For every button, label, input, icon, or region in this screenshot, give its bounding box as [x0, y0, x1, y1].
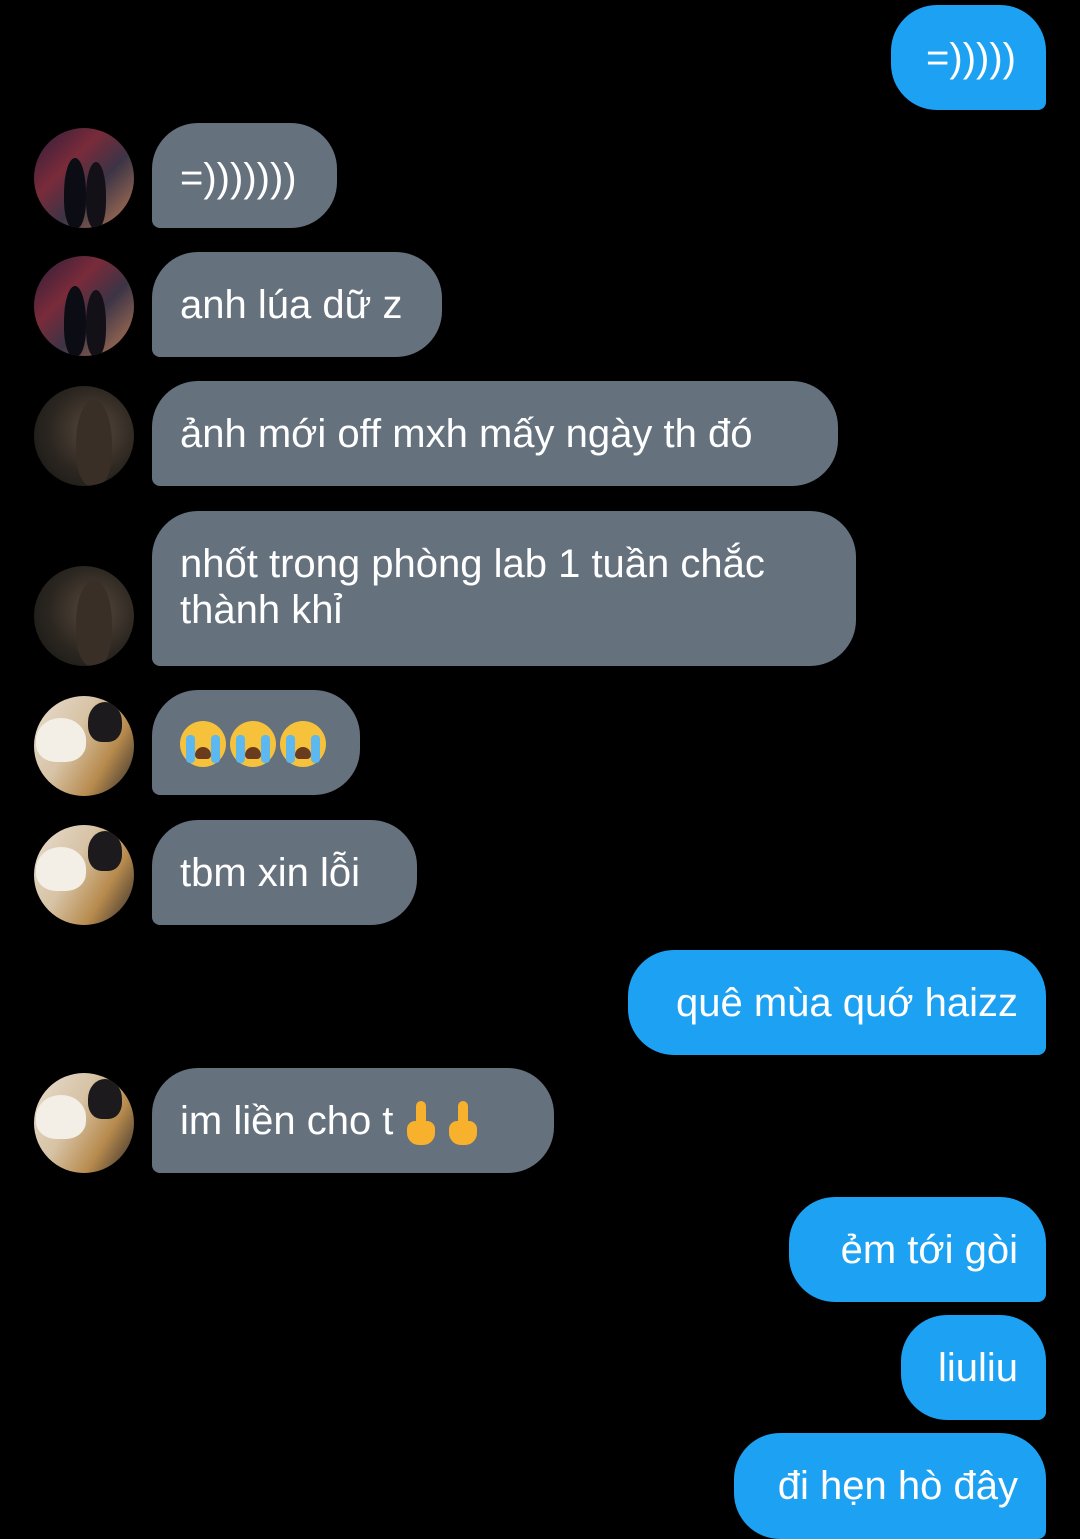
message-text: ẻm tới gòi — [840, 1228, 1018, 1272]
message-text: tbm xin lỗi — [180, 851, 361, 895]
message-bubble-sent[interactable]: liuliu — [901, 1315, 1046, 1420]
avatar-dark-photo[interactable] — [34, 566, 134, 666]
message-bubble-received[interactable]: =))))))) — [152, 123, 337, 228]
message-text: =))))) — [926, 36, 1016, 80]
message-bubble-received[interactable]: nhốt trong phòng lab 1 tuần chắc thành k… — [152, 511, 856, 666]
message-text: ảnh mới off mxh mấy ngày th đó — [180, 412, 753, 456]
message-text: anh lúa dữ z — [180, 283, 403, 327]
message-bubble-sent[interactable]: quê mùa quớ haizz — [628, 950, 1046, 1055]
loudly-crying-face-emoji — [180, 721, 226, 768]
message-text: =))))))) — [180, 156, 297, 200]
message-bubble-sent[interactable]: =))))) — [891, 5, 1046, 110]
loudly-crying-face-emoji — [230, 721, 276, 768]
message-text-line: thành khỉ — [180, 588, 343, 632]
message-bubble-received[interactable]: tbm xin lỗi — [152, 820, 417, 925]
message-bubble-received[interactable]: im liền cho t — [152, 1068, 554, 1173]
avatar-concert-photo[interactable] — [34, 128, 134, 228]
middle-finger-emoji — [405, 1101, 436, 1146]
message-bubble-received[interactable]: ảnh mới off mxh mấy ngày th đó — [152, 381, 838, 486]
middle-finger-emoji — [447, 1101, 478, 1146]
avatar-dog-photo[interactable] — [34, 1073, 134, 1173]
message-bubble-sent[interactable]: đi hẹn hò đây — [734, 1433, 1046, 1539]
avatar-dog-photo[interactable] — [34, 696, 134, 796]
message-bubble-received[interactable]: anh lúa dữ z — [152, 252, 442, 357]
avatar-dark-photo[interactable] — [34, 386, 134, 486]
message-text: im liền cho t — [180, 1099, 394, 1143]
message-bubble-received[interactable] — [152, 690, 360, 795]
message-bubble-sent[interactable]: ẻm tới gòi — [789, 1197, 1046, 1302]
message-text: liuliu — [937, 1346, 1018, 1390]
loudly-crying-face-emoji — [280, 721, 326, 768]
avatar-concert-photo[interactable] — [34, 256, 134, 356]
message-text: đi hẹn hò đây — [777, 1464, 1018, 1508]
message-text-line: nhốt trong phòng lab 1 tuần chắc — [180, 542, 765, 586]
avatar-dog-photo[interactable] — [34, 825, 134, 925]
message-text: quê mùa quớ haizz — [676, 981, 1018, 1025]
